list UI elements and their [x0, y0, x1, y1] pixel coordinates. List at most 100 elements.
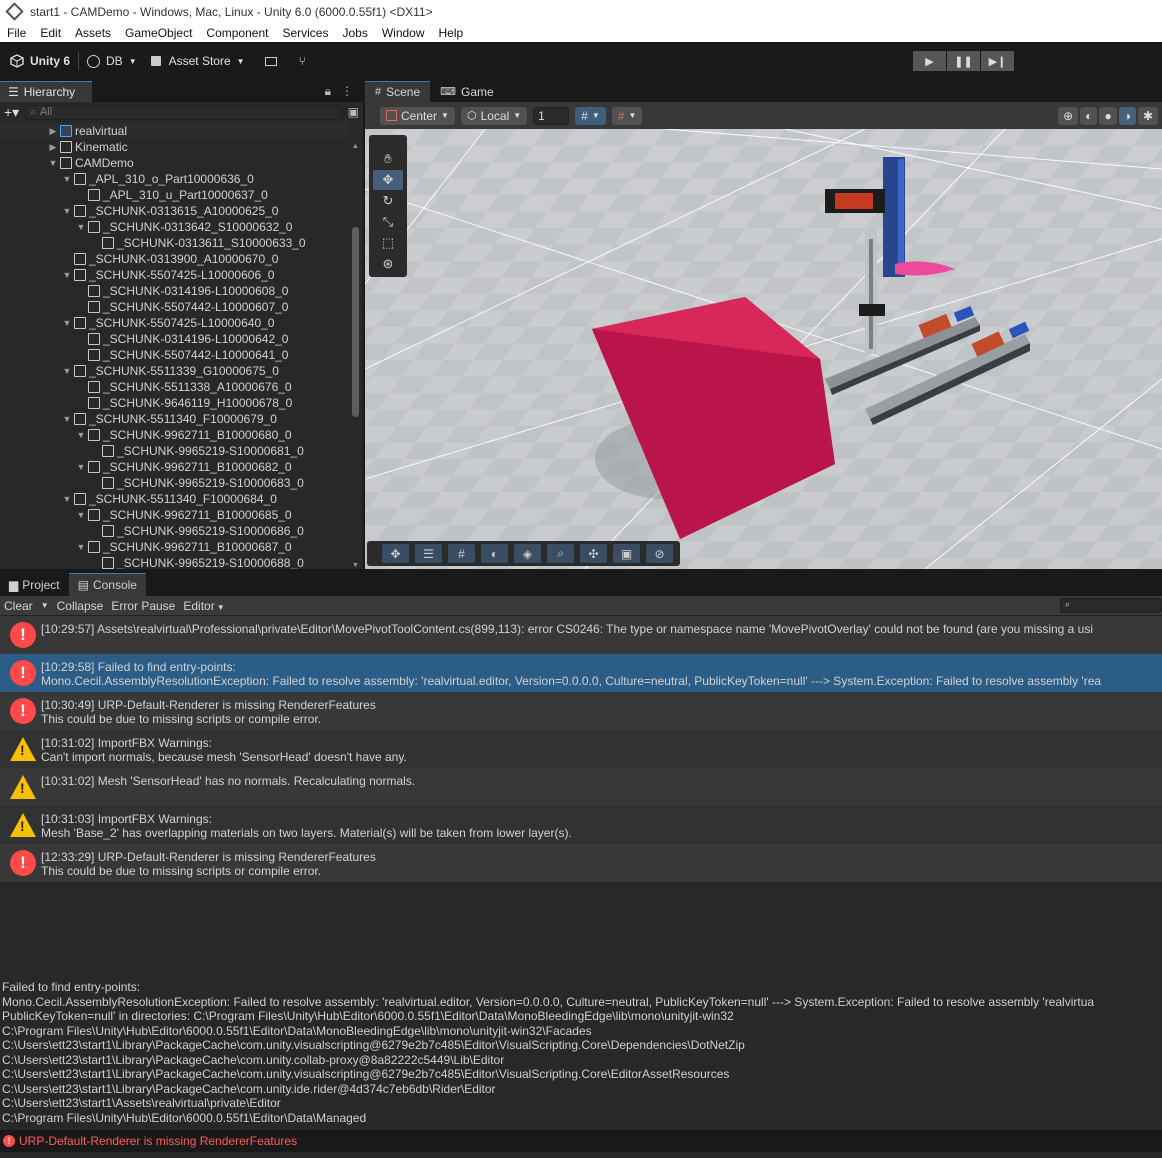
- move-tool[interactable]: ✥: [373, 170, 403, 190]
- hierarchy-scrollbar[interactable]: ▲ ▼: [351, 143, 360, 571]
- console-entry[interactable]: ! [10:31:02] Mesh 'SensorHead' has no nor…: [0, 768, 1162, 806]
- menu-edit[interactable]: Edit: [40, 26, 61, 40]
- hierarchy-item[interactable]: ▶ realvirtual: [0, 123, 349, 139]
- scene-viewport[interactable]: ✋︎ ✥ ↻ ⤡ ⬚ ⊛ ✥ ☰ # ◐ ◈ ⌕ ✣ ▣ ⊘: [365, 129, 1162, 569]
- asset-store-button[interactable]: Asset Store ▼: [150, 54, 245, 68]
- unlit-button[interactable]: ●: [1099, 106, 1117, 125]
- expand-arrow-icon[interactable]: ▼: [76, 462, 86, 472]
- console-search-input[interactable]: ⌕: [1060, 598, 1162, 613]
- hierarchy-search-input[interactable]: ⌕ All: [25, 104, 342, 120]
- expand-arrow-icon[interactable]: ▼: [76, 430, 86, 440]
- navigate-tool[interactable]: ⊘: [646, 544, 673, 563]
- hand-tool[interactable]: ✋︎: [373, 149, 403, 169]
- hierarchy-item[interactable]: _SCHUNK-5507442-L10000607_0: [0, 299, 349, 315]
- console-entry[interactable]: ! [10:29:58] Failed to find entry-points:…: [0, 654, 1162, 692]
- clear-button[interactable]: Clear: [4, 599, 33, 613]
- expand-arrow-icon[interactable]: ▼: [48, 158, 58, 168]
- status-bar[interactable]: ! URP-Default-Renderer is missing Render…: [0, 1130, 1162, 1152]
- tab-scene[interactable]: # Scene: [365, 81, 431, 102]
- layers-button[interactable]: [264, 56, 277, 66]
- hierarchy-item[interactable]: ▼ CAMDemo: [0, 155, 349, 171]
- collapse-arrow-icon[interactable]: ▶: [48, 142, 58, 153]
- align-tool[interactable]: ☰: [415, 544, 442, 563]
- menu-window[interactable]: Window: [382, 26, 425, 40]
- move-pivot-tool[interactable]: ✥: [382, 544, 409, 563]
- lock-icon[interactable]: 🔒︎: [325, 84, 331, 99]
- scroll-up-icon[interactable]: ▲: [352, 143, 359, 150]
- account-button[interactable]: DB ▼: [87, 54, 137, 68]
- scrollbar-thumb[interactable]: [352, 227, 359, 417]
- scale-tool[interactable]: ⤡: [373, 212, 403, 232]
- expand-arrow-icon[interactable]: ▼: [62, 414, 72, 424]
- shaded-button[interactable]: ◑: [1118, 106, 1136, 125]
- hierarchy-item[interactable]: ▼ _SCHUNK-5511339_G10000675_0: [0, 363, 349, 379]
- hierarchy-item[interactable]: ▶ Kinematic: [0, 139, 349, 155]
- scroll-down-icon[interactable]: ▼: [352, 562, 359, 569]
- hierarchy-item[interactable]: ▼ _SCHUNK-5507425-L10000606_0: [0, 267, 349, 283]
- menu-gameobject[interactable]: GameObject: [125, 26, 192, 40]
- hierarchy-item[interactable]: _SCHUNK-9965219-S10000681_0: [0, 443, 349, 459]
- hierarchy-item[interactable]: _SCHUNK-0313611_S10000633_0: [0, 235, 349, 251]
- collapse-button[interactable]: Collapse: [57, 599, 104, 613]
- scene-visibility-icon[interactable]: ▣: [348, 105, 359, 119]
- wireframe-button[interactable]: ⊕: [1058, 106, 1079, 125]
- console-entry[interactable]: ! [10:30:49] URP-Default-Renderer is miss…: [0, 692, 1162, 730]
- console-entry[interactable]: ! [10:31:02] ImportFBX Warnings: Can't imp…: [0, 730, 1162, 768]
- hierarchy-item[interactable]: _SCHUNK-0313900_A10000670_0: [0, 251, 349, 267]
- collapse-arrow-icon[interactable]: ▶: [48, 126, 58, 137]
- editor-dropdown[interactable]: Editor ▼: [183, 599, 224, 613]
- console-entry[interactable]: ! [10:29:57] Assets\realvirtual\Professio…: [0, 616, 1162, 654]
- clear-options-icon[interactable]: ▼: [41, 601, 49, 610]
- tab-console[interactable]: ▤ Console: [68, 573, 146, 596]
- expand-arrow-icon[interactable]: ▼: [76, 510, 86, 520]
- play-button[interactable]: ▶: [913, 51, 946, 71]
- shaded-wire-button[interactable]: ◐: [1080, 106, 1098, 125]
- transform-tool[interactable]: ⊛: [373, 254, 403, 274]
- expand-arrow-icon[interactable]: ▼: [62, 318, 72, 328]
- hierarchy-item[interactable]: ▼ _SCHUNK-9962711_B10000685_0: [0, 507, 349, 523]
- kebab-menu-icon[interactable]: ⋮: [341, 84, 353, 99]
- menu-jobs[interactable]: Jobs: [342, 26, 367, 40]
- console-entry[interactable]: ! [10:31:03] ImportFBX Warnings: Mesh 'Bas…: [0, 806, 1162, 844]
- hierarchy-item[interactable]: _SCHUNK-0314196-L10000642_0: [0, 331, 349, 347]
- rotate-tool[interactable]: ↻: [373, 191, 403, 211]
- hierarchy-item[interactable]: _SCHUNK-9965219-S10000686_0: [0, 523, 349, 539]
- step-button[interactable]: ▶❙: [981, 51, 1014, 71]
- menu-help[interactable]: Help: [439, 26, 464, 40]
- grid-tool[interactable]: #: [448, 544, 475, 563]
- grid-snap-dropdown[interactable]: # ▼: [575, 106, 606, 125]
- unity-version-button[interactable]: Unity 6: [10, 54, 70, 68]
- hierarchy-item[interactable]: _SCHUNK-0314196-L10000608_0: [0, 283, 349, 299]
- console-entry[interactable]: ! [12:33:29] URP-Default-Renderer is miss…: [0, 844, 1162, 882]
- camera-tool[interactable]: ▣: [613, 544, 640, 563]
- hierarchy-item[interactable]: ▼ _SCHUNK-9962711_B10000687_0: [0, 539, 349, 555]
- hierarchy-item[interactable]: _SCHUNK-5507442-L10000641_0: [0, 347, 349, 363]
- hierarchy-item[interactable]: _SCHUNK-9646119_H10000678_0: [0, 395, 349, 411]
- hierarchy-item[interactable]: ▼ _SCHUNK-9962711_B10000682_0: [0, 459, 349, 475]
- expand-arrow-icon[interactable]: ▼: [62, 270, 72, 280]
- shading-tool[interactable]: ◐: [481, 544, 508, 563]
- hierarchy-item[interactable]: _SCHUNK-5511338_A10000676_0: [0, 379, 349, 395]
- hierarchy-item[interactable]: _APL_310_u_Part10000637_0: [0, 187, 349, 203]
- add-object-button[interactable]: +▾: [4, 104, 19, 121]
- pause-button[interactable]: ❚❚: [947, 51, 980, 71]
- tab-game[interactable]: ⌨ Game: [430, 81, 504, 102]
- grid-size-field[interactable]: 1: [533, 106, 570, 125]
- expand-arrow-icon[interactable]: ▼: [62, 174, 72, 184]
- hierarchy-item[interactable]: ▼ _SCHUNK-0313642_S10000632_0: [0, 219, 349, 235]
- debug-button[interactable]: ✱: [1137, 106, 1158, 125]
- hierarchy-item[interactable]: ▼ _SCHUNK-0313615_A10000625_0: [0, 203, 349, 219]
- hierarchy-item[interactable]: ▼ _SCHUNK-5511340_F10000684_0: [0, 491, 349, 507]
- error-pause-button[interactable]: Error Pause: [111, 599, 175, 613]
- expand-arrow-icon[interactable]: ▼: [76, 542, 86, 552]
- increment-snap-dropdown[interactable]: # ▼: [611, 106, 643, 125]
- hierarchy-item[interactable]: ▼ _SCHUNK-5507425-L10000640_0: [0, 315, 349, 331]
- tab-hierarchy[interactable]: ☰ Hierarchy: [0, 81, 92, 102]
- search-tool[interactable]: ⌕: [547, 544, 574, 563]
- menu-services[interactable]: Services: [282, 26, 328, 40]
- tab-project[interactable]: ▆ Project: [0, 573, 69, 596]
- pivot-dropdown[interactable]: Center ▼: [380, 106, 455, 125]
- menu-assets[interactable]: Assets: [75, 26, 111, 40]
- menu-component[interactable]: Component: [206, 26, 268, 40]
- hierarchy-item[interactable]: _SCHUNK-9965219-S10000688_0: [0, 555, 349, 569]
